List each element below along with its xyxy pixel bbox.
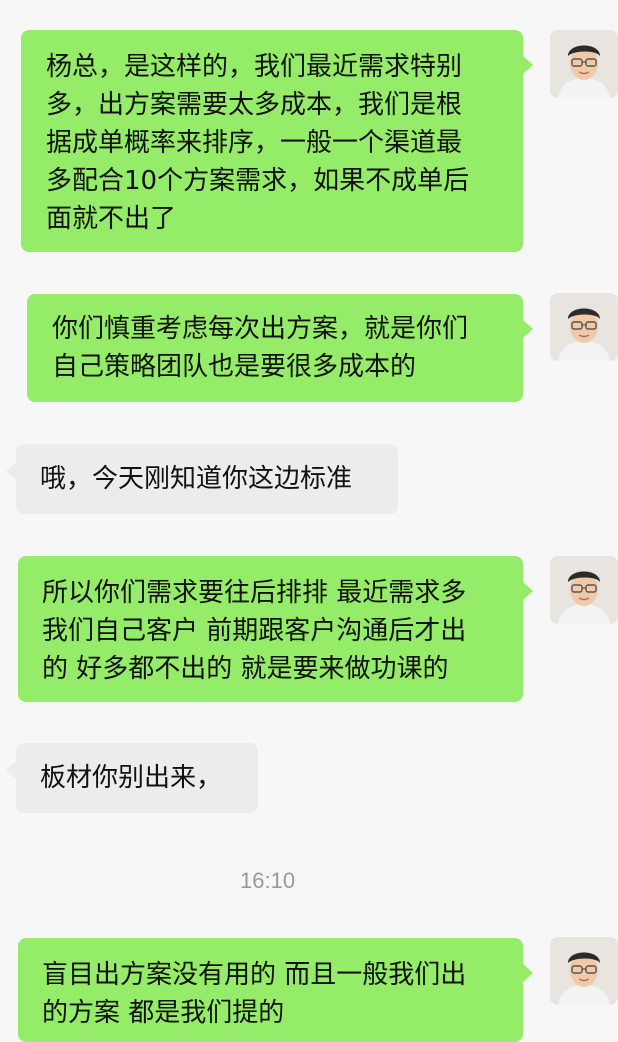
bubble-tail — [523, 964, 533, 982]
bubble-tail — [6, 462, 16, 480]
chat-conversation: 杨总，是这样的，我们最近需求特别 多，出方案需要太多成本，我们是根 据成单概率来… — [0, 0, 618, 1042]
user-avatar-icon — [550, 293, 618, 361]
message-bubble-outgoing[interactable]: 所以你们需求要往后排排 最近需求多 我们自己客户 前期跟客户沟通后才出 的 好多… — [18, 556, 523, 702]
user-avatar-icon — [550, 937, 618, 1005]
bubble-tail — [6, 761, 16, 779]
message-bubble-incoming[interactable]: 哦，今天刚知道你这边标准 — [16, 444, 398, 514]
avatar[interactable] — [550, 937, 618, 1005]
avatar[interactable] — [550, 30, 618, 98]
message-bubble-outgoing[interactable]: 盲目出方案没有用的 而且一般我们出 的方案 都是我们提的 — [18, 938, 523, 1042]
message-bubble-incoming[interactable]: 板材你别出来， — [16, 743, 258, 813]
bubble-tail — [523, 320, 533, 338]
bubble-tail — [523, 582, 533, 600]
timestamp: 16:10 — [240, 868, 296, 893]
message-bubble-outgoing[interactable]: 杨总，是这样的，我们最近需求特别 多，出方案需要太多成本，我们是根 据成单概率来… — [21, 30, 523, 252]
avatar[interactable] — [550, 293, 618, 361]
avatar[interactable] — [550, 556, 618, 624]
message-bubble-outgoing[interactable]: 你们慎重考虑每次出方案，就是你们 自己策略团队也是要很多成本的 — [27, 294, 523, 402]
user-avatar-icon — [550, 556, 618, 624]
user-avatar-icon — [550, 30, 618, 98]
bubble-tail — [523, 56, 533, 74]
